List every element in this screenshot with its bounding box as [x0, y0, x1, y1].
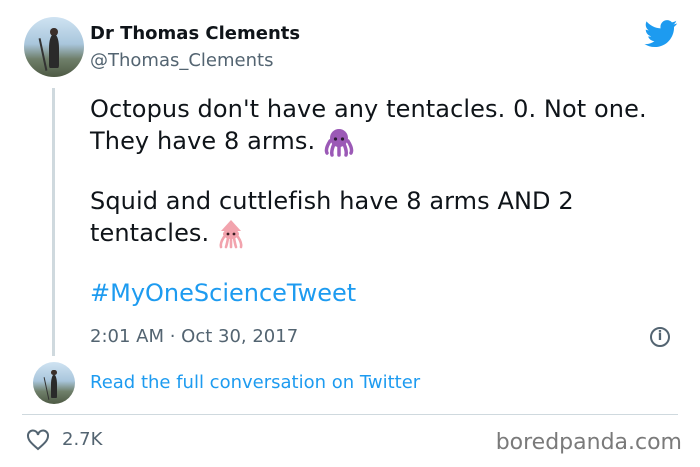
tweet-line-1: Octopus don't have any tentacles. 0. Not… — [90, 95, 647, 123]
info-icon[interactable]: i — [650, 327, 670, 347]
avatar-pole — [43, 376, 50, 400]
hashtag-link[interactable]: #MyOneScienceTweet — [90, 279, 356, 307]
avatar-figure — [50, 374, 58, 398]
divider — [22, 414, 678, 415]
tweet-line-4: tentacles. — [90, 219, 245, 249]
tweet-line-2: They have 8 arms. — [90, 126, 355, 158]
avatar-figure — [49, 35, 59, 68]
squid-emoji-icon — [219, 220, 243, 249]
avatar-pole — [38, 38, 48, 71]
author-avatar[interactable] — [24, 17, 84, 77]
tweet-line-3: Squid and cuttlefish have 8 arms AND 2 — [90, 187, 574, 215]
twitter-bird-icon[interactable] — [644, 20, 678, 48]
octopus-emoji-icon — [324, 129, 354, 157]
watermark: boredpanda.com — [495, 430, 682, 455]
author-name[interactable]: Dr Thomas Clements — [90, 23, 300, 44]
thread-line — [52, 88, 55, 356]
heart-icon[interactable] — [26, 429, 50, 451]
read-conversation-link[interactable]: Read the full conversation on Twitter — [90, 372, 420, 393]
author-avatar-small[interactable] — [33, 362, 75, 404]
tweet-line-2-text: They have 8 arms. — [90, 127, 316, 155]
author-handle[interactable]: @Thomas_Clements — [90, 50, 273, 71]
like-count[interactable]: 2.7K — [62, 429, 102, 450]
tweet-timestamp[interactable]: 2:01 AM · Oct 30, 2017 — [90, 326, 298, 347]
tweet-line-4-text: tentacles. — [90, 219, 210, 247]
